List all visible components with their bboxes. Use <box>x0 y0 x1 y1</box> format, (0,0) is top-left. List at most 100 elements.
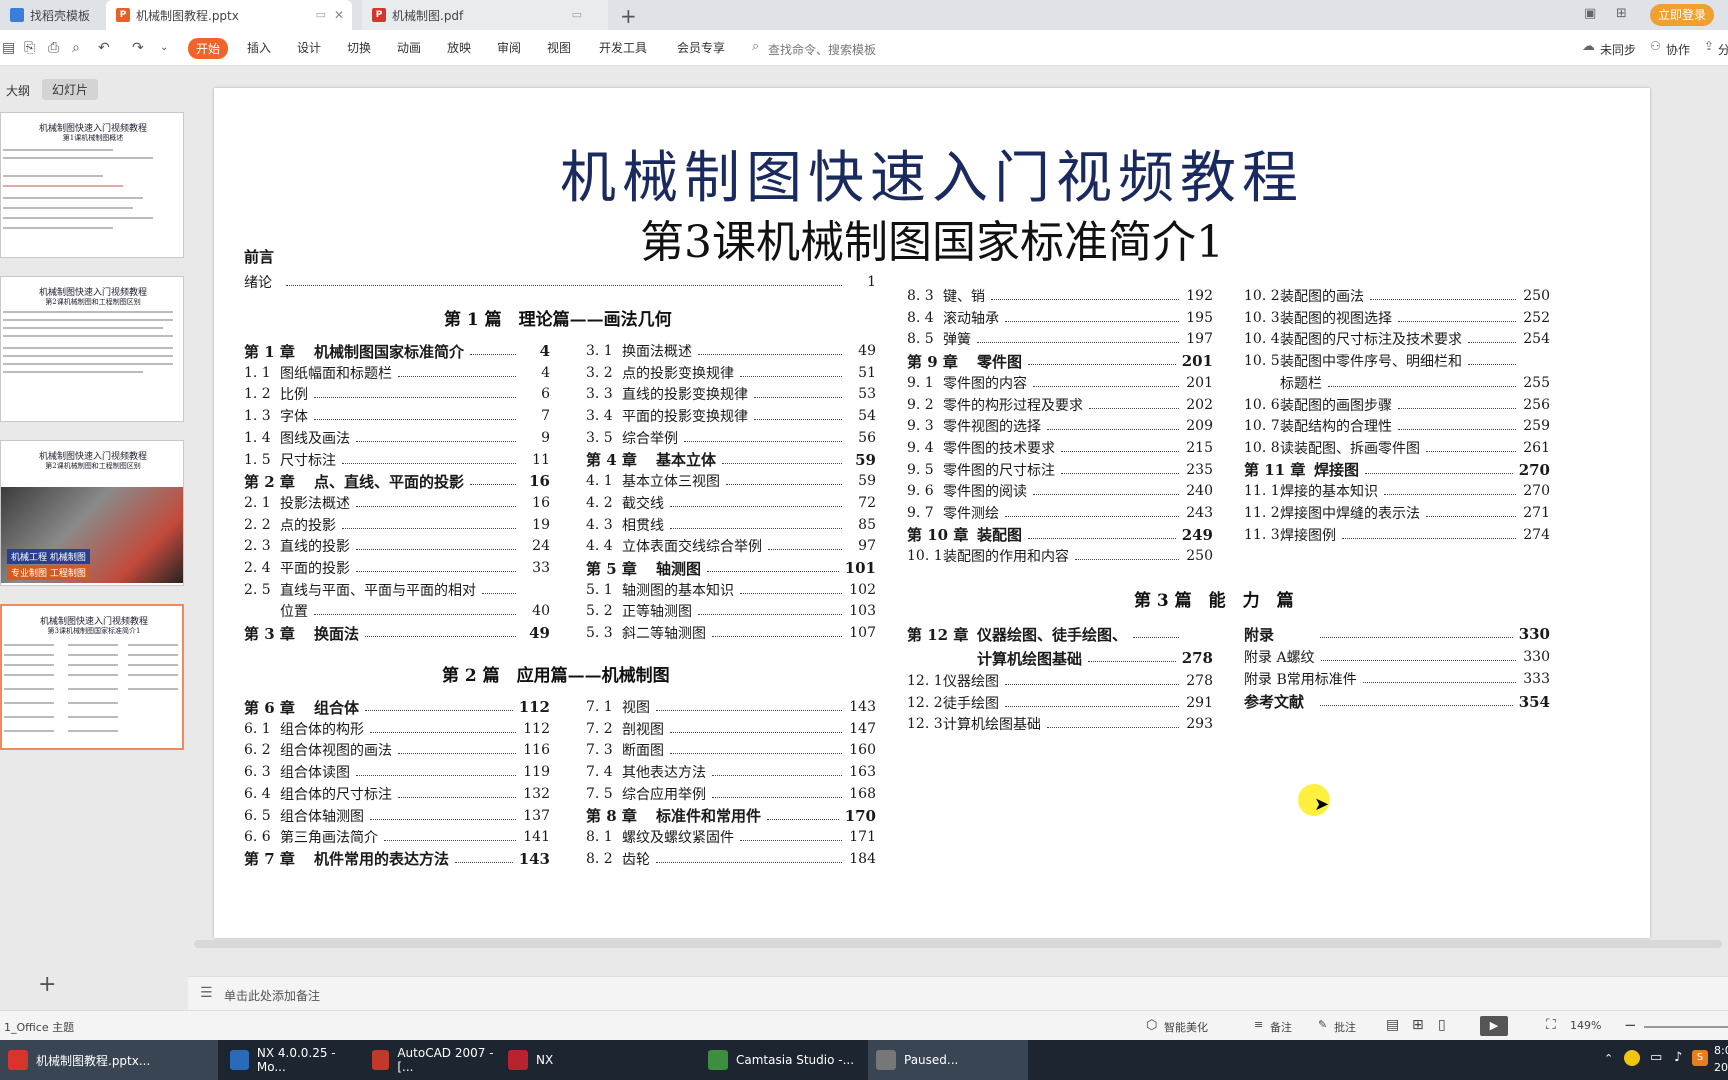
toc-leader <box>1365 466 1513 474</box>
toc-row: 6. 5 组合体轴测图 137 <box>244 805 550 827</box>
toc-row: 9. 3 零件视图的选择 209 <box>907 415 1213 437</box>
toc-text: 零件图 <box>977 352 1023 371</box>
taskbar-item[interactable]: NX 4.0.0.25 - Mo... <box>222 1040 362 1080</box>
tab-template[interactable]: 找稻壳模板 <box>0 0 100 30</box>
menu-review[interactable]: 审阅 <box>497 39 521 56</box>
outline-tab[interactable]: 大纲 <box>6 82 30 99</box>
reading-view-icon[interactable]: ▯ <box>1438 1017 1446 1033</box>
clock-time[interactable]: 8:0 <box>1714 1044 1728 1057</box>
share-button[interactable]: 分 <box>1718 41 1728 58</box>
toc-page: 171 <box>849 829 876 846</box>
print-icon[interactable]: ⎙ <box>48 40 59 56</box>
sync-status[interactable]: 未同步 <box>1600 41 1636 58</box>
toc-text: 零件测绘 <box>943 506 999 522</box>
toc-leader <box>1320 653 1516 661</box>
tray-s-icon[interactable]: S <box>1692 1050 1708 1066</box>
slide-title[interactable]: 机械制图快速入门视频教程 <box>214 133 1650 214</box>
slide-thumbnail-1[interactable]: 机械制图快速入门视频教程 第1课机械制图概述 <box>0 112 184 258</box>
menu-developer[interactable]: 开发工具 <box>599 39 647 56</box>
menu-member[interactable]: 会员专享 <box>677 39 725 56</box>
menu-start[interactable]: 开始 <box>188 38 229 59</box>
layout-icon[interactable]: ▣ <box>1584 6 1596 21</box>
taskbar-item[interactable]: 机械制图教程.pptx... <box>0 1040 218 1080</box>
toc-number: 10. 5 <box>1244 353 1280 370</box>
preview-icon[interactable]: ⌕ <box>72 40 80 56</box>
menu-insert[interactable]: 插入 <box>247 39 271 56</box>
toc-text: 装配结构的合理性 <box>1280 419 1392 436</box>
notes-bar[interactable]: ☰ 单击此处添加备注 <box>188 976 1728 1010</box>
toc-number: 第 5 章 <box>586 559 637 578</box>
fit-icon[interactable]: ⛶ <box>1546 1017 1556 1033</box>
toc-row: 8. 3 键、销 192 <box>907 285 1213 307</box>
notes-toggle[interactable]: 备注 <box>1270 1019 1292 1035</box>
taskbar-label: Camtasia Studio -... <box>736 1053 855 1067</box>
normal-view-icon[interactable]: ▤ <box>1386 1017 1399 1033</box>
horizontal-scrollbar[interactable] <box>194 940 1722 948</box>
toc-number: 第 6 章 <box>244 698 295 717</box>
toc-number: 10. 6 <box>1244 396 1280 413</box>
zoom-level[interactable]: 149% <box>1570 1019 1601 1032</box>
menu-animation[interactable]: 动画 <box>397 39 421 56</box>
collab-button[interactable]: 协作 <box>1666 41 1690 58</box>
cloud-icon[interactable]: ☁ <box>1582 39 1595 54</box>
toc-number: 10. 4 <box>1244 331 1280 348</box>
taskbar-item[interactable]: NX <box>500 1040 620 1080</box>
toc-leader <box>1370 292 1516 300</box>
toc-row: 7. 2 剖视图 147 <box>586 718 876 740</box>
add-slide-button[interactable]: + <box>38 972 56 997</box>
sorter-view-icon[interactable]: ⊞ <box>1412 1017 1424 1033</box>
taskbar-item[interactable]: AutoCAD 2007 - [... <box>364 1040 498 1080</box>
toc-leader <box>1384 487 1516 496</box>
toc-leader <box>740 833 842 842</box>
sound-icon[interactable]: ♪ <box>1674 1050 1682 1065</box>
search-icon[interactable]: ⌕ <box>752 39 759 54</box>
zoom-slider[interactable] <box>1644 1026 1728 1028</box>
slide-thumbnail-2[interactable]: 机械制图快速入门视频教程 第2课机械制图和工程制图区别 <box>0 276 184 422</box>
tab-pdf[interactable]: P 机械制图.pdf ▭ <box>362 0 608 30</box>
play-button[interactable]: ▶ <box>1480 1016 1508 1036</box>
zoom-out-icon[interactable]: − <box>1624 1016 1637 1034</box>
taskbar-item[interactable]: Camtasia Studio -... <box>700 1040 864 1080</box>
toc-row: 第 9 章零件图 201 <box>907 350 1213 372</box>
new-tab-button[interactable]: + <box>620 4 637 28</box>
save-icon[interactable]: ▤ <box>2 40 15 56</box>
window-icon[interactable]: ▭ <box>316 8 326 21</box>
slide-thumbnail-4[interactable]: 机械制图快速入门视频教程 第3课机械制图国家标准简介1 <box>0 604 184 750</box>
slide-subtitle[interactable]: 第3课机械制图国家标准简介1 <box>214 206 1650 270</box>
menu-design[interactable]: 设计 <box>297 39 321 56</box>
grid-icon[interactable]: ⊞ <box>1616 6 1627 21</box>
slides-tab[interactable]: 幻灯片 <box>42 79 99 100</box>
tab-pptx[interactable]: P 机械制图教程.pptx ✕ ▭ <box>106 0 352 30</box>
more-icon[interactable]: ⌄ <box>160 42 168 53</box>
menu-view[interactable]: 视图 <box>547 39 571 56</box>
tray-app-icon[interactable] <box>1624 1050 1640 1066</box>
slide-thumbnail-3[interactable]: 机械制图快速入门视频教程 第2课机械制图和工程制图区别 机械工程 机械制图 专业… <box>0 440 184 586</box>
comment-icon: ✎ <box>1318 1018 1328 1031</box>
slide[interactable]: 机械制图快速入门视频教程 第3课机械制图国家标准简介1 前言 绪论 1 第 1 篇 理… <box>214 88 1650 938</box>
toc-row: 参考文献 354 <box>1244 691 1550 713</box>
network-icon[interactable]: ▭ <box>1650 1050 1662 1065</box>
redo-icon[interactable]: ↷ <box>132 40 144 56</box>
taskbar-item[interactable]: Paused... <box>868 1040 1028 1080</box>
undo-icon[interactable]: ↶ <box>98 40 110 56</box>
window-icon[interactable]: ▭ <box>572 8 582 21</box>
menu-slideshow[interactable]: 放映 <box>447 39 471 56</box>
notes-placeholder[interactable]: 单击此处添加备注 <box>224 987 320 1004</box>
share-icon[interactable]: ⇪ <box>1704 39 1714 53</box>
toc-page: 261 <box>1523 439 1550 456</box>
login-button[interactable]: 立即登录 <box>1650 4 1715 26</box>
thumbnail-banner-1: 机械工程 机械制图 <box>7 549 90 564</box>
toc-row: 5. 2 正等轴测图 103 <box>586 600 876 622</box>
search-box[interactable]: 查找命令、搜索模板 <box>768 41 876 58</box>
toc-row: 10. 3 装配图的视图选择 252 <box>1244 307 1550 329</box>
menu-transition[interactable]: 切换 <box>347 39 371 56</box>
clock-date[interactable]: 20 <box>1714 1061 1728 1074</box>
export-icon[interactable]: ⎘ <box>24 40 35 56</box>
comment-toggle[interactable]: 批注 <box>1334 1019 1356 1035</box>
collab-icon[interactable]: ⚇ <box>1650 39 1661 53</box>
close-icon[interactable]: ✕ <box>334 8 344 22</box>
tray-up-icon[interactable]: ⌃ <box>1604 1052 1613 1065</box>
beautify-button[interactable]: 智能美化 <box>1164 1019 1208 1035</box>
toc-page: 250 <box>1186 548 1213 565</box>
toc-text: 其他表达方法 <box>622 765 706 782</box>
